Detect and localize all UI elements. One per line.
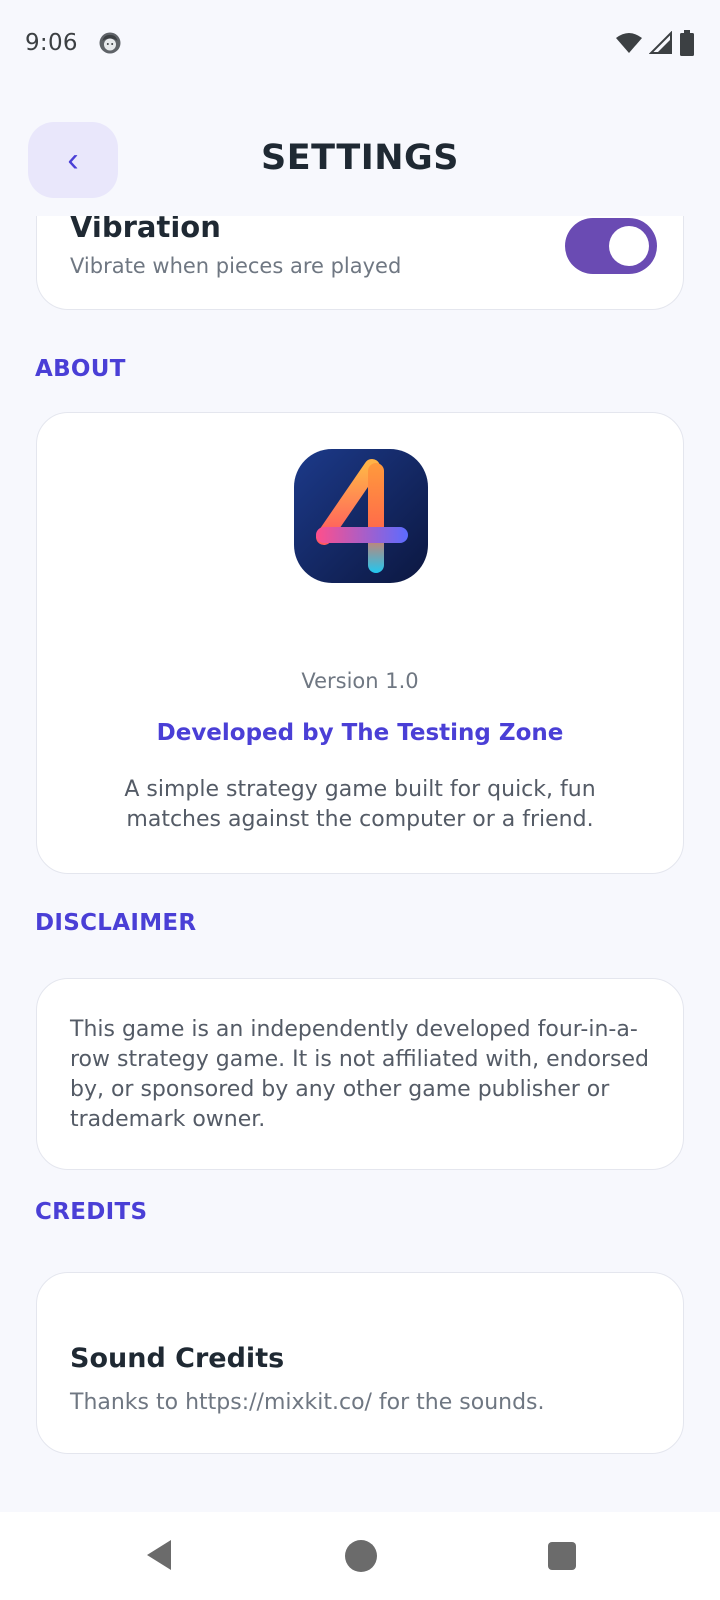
vibration-toggle[interactable] (565, 218, 657, 274)
about-description: A simple strategy game built for quick, … (124, 777, 596, 832)
disclaimer-text: This game is an independently developed … (70, 1017, 650, 1132)
battery-icon (680, 30, 694, 56)
toggle-knob (609, 226, 649, 266)
status-icons (615, 30, 695, 56)
page-title: SETTINGS (261, 138, 459, 178)
nav-home-icon[interactable] (345, 1540, 377, 1572)
section-label-about: ABOUT (35, 356, 126, 382)
sound-credits-text: Thanks to https://mixkit.co/ for the sou… (70, 1390, 545, 1415)
face-icon (99, 32, 121, 54)
about-card: Version 1.0 Developed by The Testing Zon… (36, 412, 684, 874)
wifi-icon (616, 33, 642, 53)
nav-recents-icon[interactable] (548, 1542, 576, 1570)
app-logo-icon (294, 449, 428, 583)
vibration-subtitle: Vibrate when pieces are played (70, 254, 402, 278)
credits-card: Sound Credits Thanks to https://mixkit.c… (36, 1272, 684, 1454)
signal-icon (649, 31, 672, 54)
developer-credit: Developed by The Testing Zone (156, 720, 564, 746)
section-label-credits: CREDITS (35, 1199, 148, 1225)
system-nav-bar (0, 1512, 720, 1600)
section-label-disclaimer: DISCLAIMER (35, 910, 197, 936)
status-bar: 9:06 (0, 0, 720, 86)
disclaimer-card: This game is an independently developed … (36, 978, 684, 1170)
nav-back-icon[interactable] (145, 1538, 173, 1572)
status-time: 9:06 (25, 30, 78, 56)
header: ‹ SETTINGS (0, 118, 720, 198)
app-version: Version 1.0 (301, 669, 419, 693)
sound-credits-title: Sound Credits (70, 1343, 285, 1374)
